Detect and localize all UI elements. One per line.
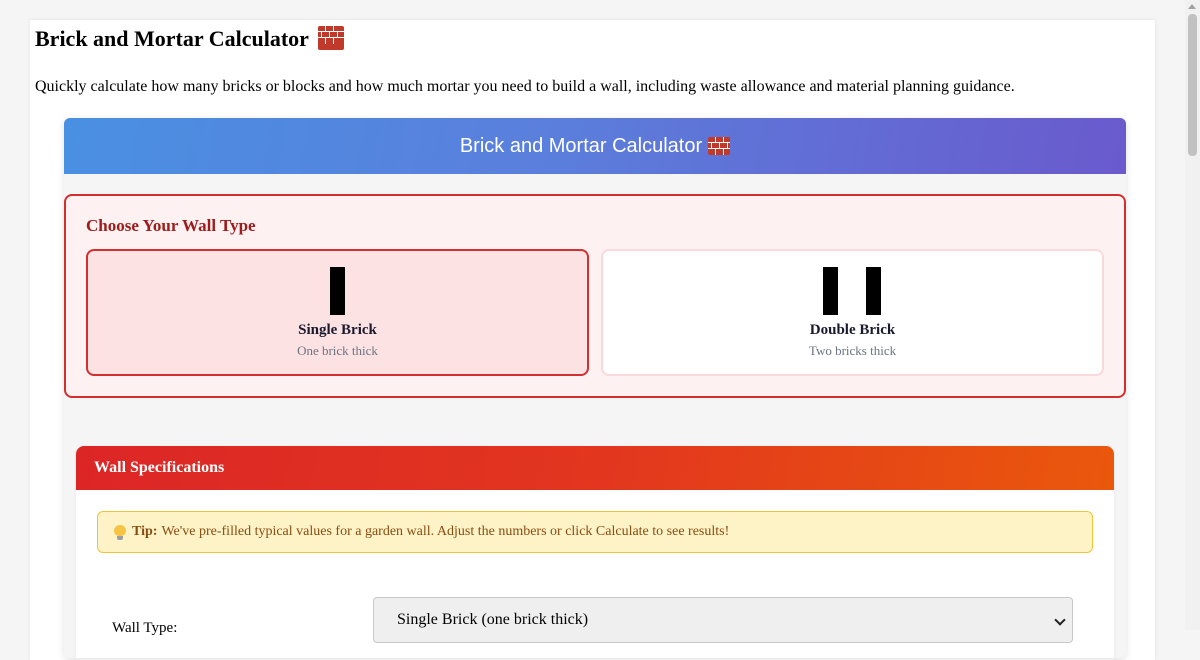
wall-type-section-title: Choose Your Wall Type — [86, 216, 256, 235]
brick-icon — [708, 137, 731, 155]
vertical-scrollbar[interactable] — [1185, 0, 1200, 630]
page-title-text: Brick and Mortar Calculator — [35, 26, 309, 51]
tip-label: Tip: — [132, 524, 158, 539]
brick-bar — [822, 267, 838, 315]
tip-text: We've pre-filled typical values for a ga… — [161, 524, 730, 539]
page-container: Brick and Mortar Calculator Quickly calc… — [30, 20, 1155, 660]
light-bulb-icon — [114, 524, 126, 540]
tip-banner: Tip: We've pre-filled typical values for… — [97, 511, 1093, 553]
wall-type-label: Wall Type: — [112, 620, 178, 636]
option-name: Single Brick — [298, 322, 377, 338]
scroll-up-arrow-icon[interactable] — [1188, 4, 1196, 9]
wall-type-section: Choose Your Wall Type Single Brick One b… — [64, 194, 1126, 398]
double-brick-wall-icon — [603, 267, 1102, 315]
option-description: One brick thick — [297, 343, 378, 358]
page-intro: Quickly calculate how many bricks or blo… — [35, 78, 1015, 95]
single-brick-wall-icon — [88, 267, 587, 315]
wall-option-single-brick[interactable]: Single Brick One brick thick — [86, 249, 589, 376]
brick-bar — [865, 267, 881, 315]
brick-bar — [329, 267, 345, 315]
option-description: Two bricks thick — [808, 343, 897, 358]
calculator-title: Brick and Mortar Calculator — [459, 134, 703, 157]
wall-type-select[interactable]: Single Brick (one brick thick) — [373, 597, 1073, 643]
wall-specifications-header: Wall Specifications — [76, 446, 1114, 490]
calculator-card: Brick and Mortar Calculator Choose Your … — [64, 118, 1126, 658]
wall-type-select-value: Single Brick (one brick thick) — [397, 611, 589, 628]
brick-icon — [318, 26, 345, 50]
chevron-down-icon — [1054, 614, 1066, 626]
wall-option-double-brick[interactable]: Double Brick Two bricks thick — [601, 249, 1104, 376]
scrollbar-thumb[interactable] — [1188, 14, 1197, 156]
wall-specifications-panel: Wall Specifications Tip: We've pre-fille… — [76, 446, 1114, 658]
calculator-header: Brick and Mortar Calculator — [64, 118, 1126, 174]
page-title: Brick and Mortar Calculator — [35, 26, 345, 52]
option-name: Double Brick — [809, 322, 896, 338]
